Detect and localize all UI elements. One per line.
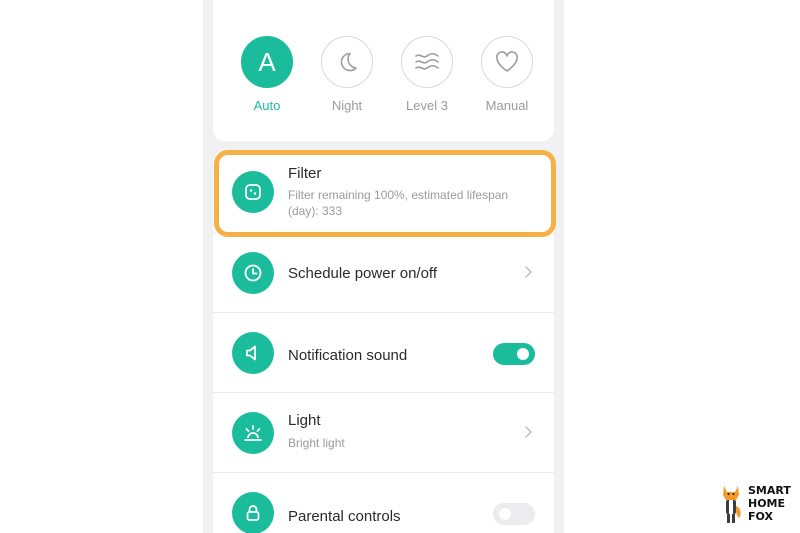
fox-logo-text: SMART HOME FOX xyxy=(748,484,791,523)
mode-level3-button[interactable]: Level 3 xyxy=(397,36,457,113)
parental-controls-title: Parental controls xyxy=(288,508,401,525)
heart-icon xyxy=(481,36,533,88)
notification-sound-row: Notification sound xyxy=(213,313,554,392)
parental-controls-toggle[interactable] xyxy=(493,503,535,525)
notification-sound-title: Notification sound xyxy=(288,347,408,364)
mode-auto-button[interactable]: A Auto xyxy=(237,36,297,113)
phone-screen: A Auto Night Level 3 Manual Filter Filte… xyxy=(203,0,564,533)
notification-sound-toggle[interactable] xyxy=(493,343,535,365)
filter-title: Filter xyxy=(288,165,322,182)
light-row[interactable]: Light Bright light xyxy=(213,393,554,472)
schedule-row[interactable]: Schedule power on/off xyxy=(213,233,554,312)
toggle-knob xyxy=(499,508,511,520)
filter-row[interactable]: Filter Filter remaining 100%, estimated … xyxy=(213,152,554,232)
mode-night-label: Night xyxy=(331,98,363,113)
wind-icon xyxy=(401,36,453,88)
auto-letter: A xyxy=(258,46,276,77)
light-title: Light xyxy=(288,412,321,429)
filter-status-line1: Filter remaining 100%, estimated lifespa… xyxy=(288,188,509,202)
lock-icon xyxy=(232,492,274,533)
auto-icon: A xyxy=(241,36,293,88)
mode-manual-button[interactable]: Manual xyxy=(477,36,537,113)
mode-level3-label: Level 3 xyxy=(406,98,448,113)
fox-logo: SMART HOME FOX xyxy=(718,480,798,528)
light-subtitle: Bright light xyxy=(288,436,345,450)
fox-logo-icon xyxy=(723,486,741,523)
filter-icon xyxy=(232,171,274,213)
filter-status-line2: (day): 333 xyxy=(288,204,343,218)
speaker-icon xyxy=(232,332,274,374)
mode-auto-label: Auto xyxy=(253,98,281,113)
chevron-right-icon xyxy=(525,426,532,438)
parental-controls-row: Parental controls xyxy=(213,473,554,533)
moon-icon xyxy=(321,36,373,88)
toggle-knob xyxy=(517,348,529,360)
mode-night-button[interactable]: Night xyxy=(317,36,377,113)
schedule-title: Schedule power on/off xyxy=(288,265,437,282)
mode-manual-label: Manual xyxy=(485,98,529,113)
mode-selector-card: A Auto Night Level 3 Manual xyxy=(213,0,554,141)
light-icon xyxy=(232,412,274,454)
chevron-right-icon xyxy=(525,266,532,278)
clock-icon xyxy=(232,252,274,294)
